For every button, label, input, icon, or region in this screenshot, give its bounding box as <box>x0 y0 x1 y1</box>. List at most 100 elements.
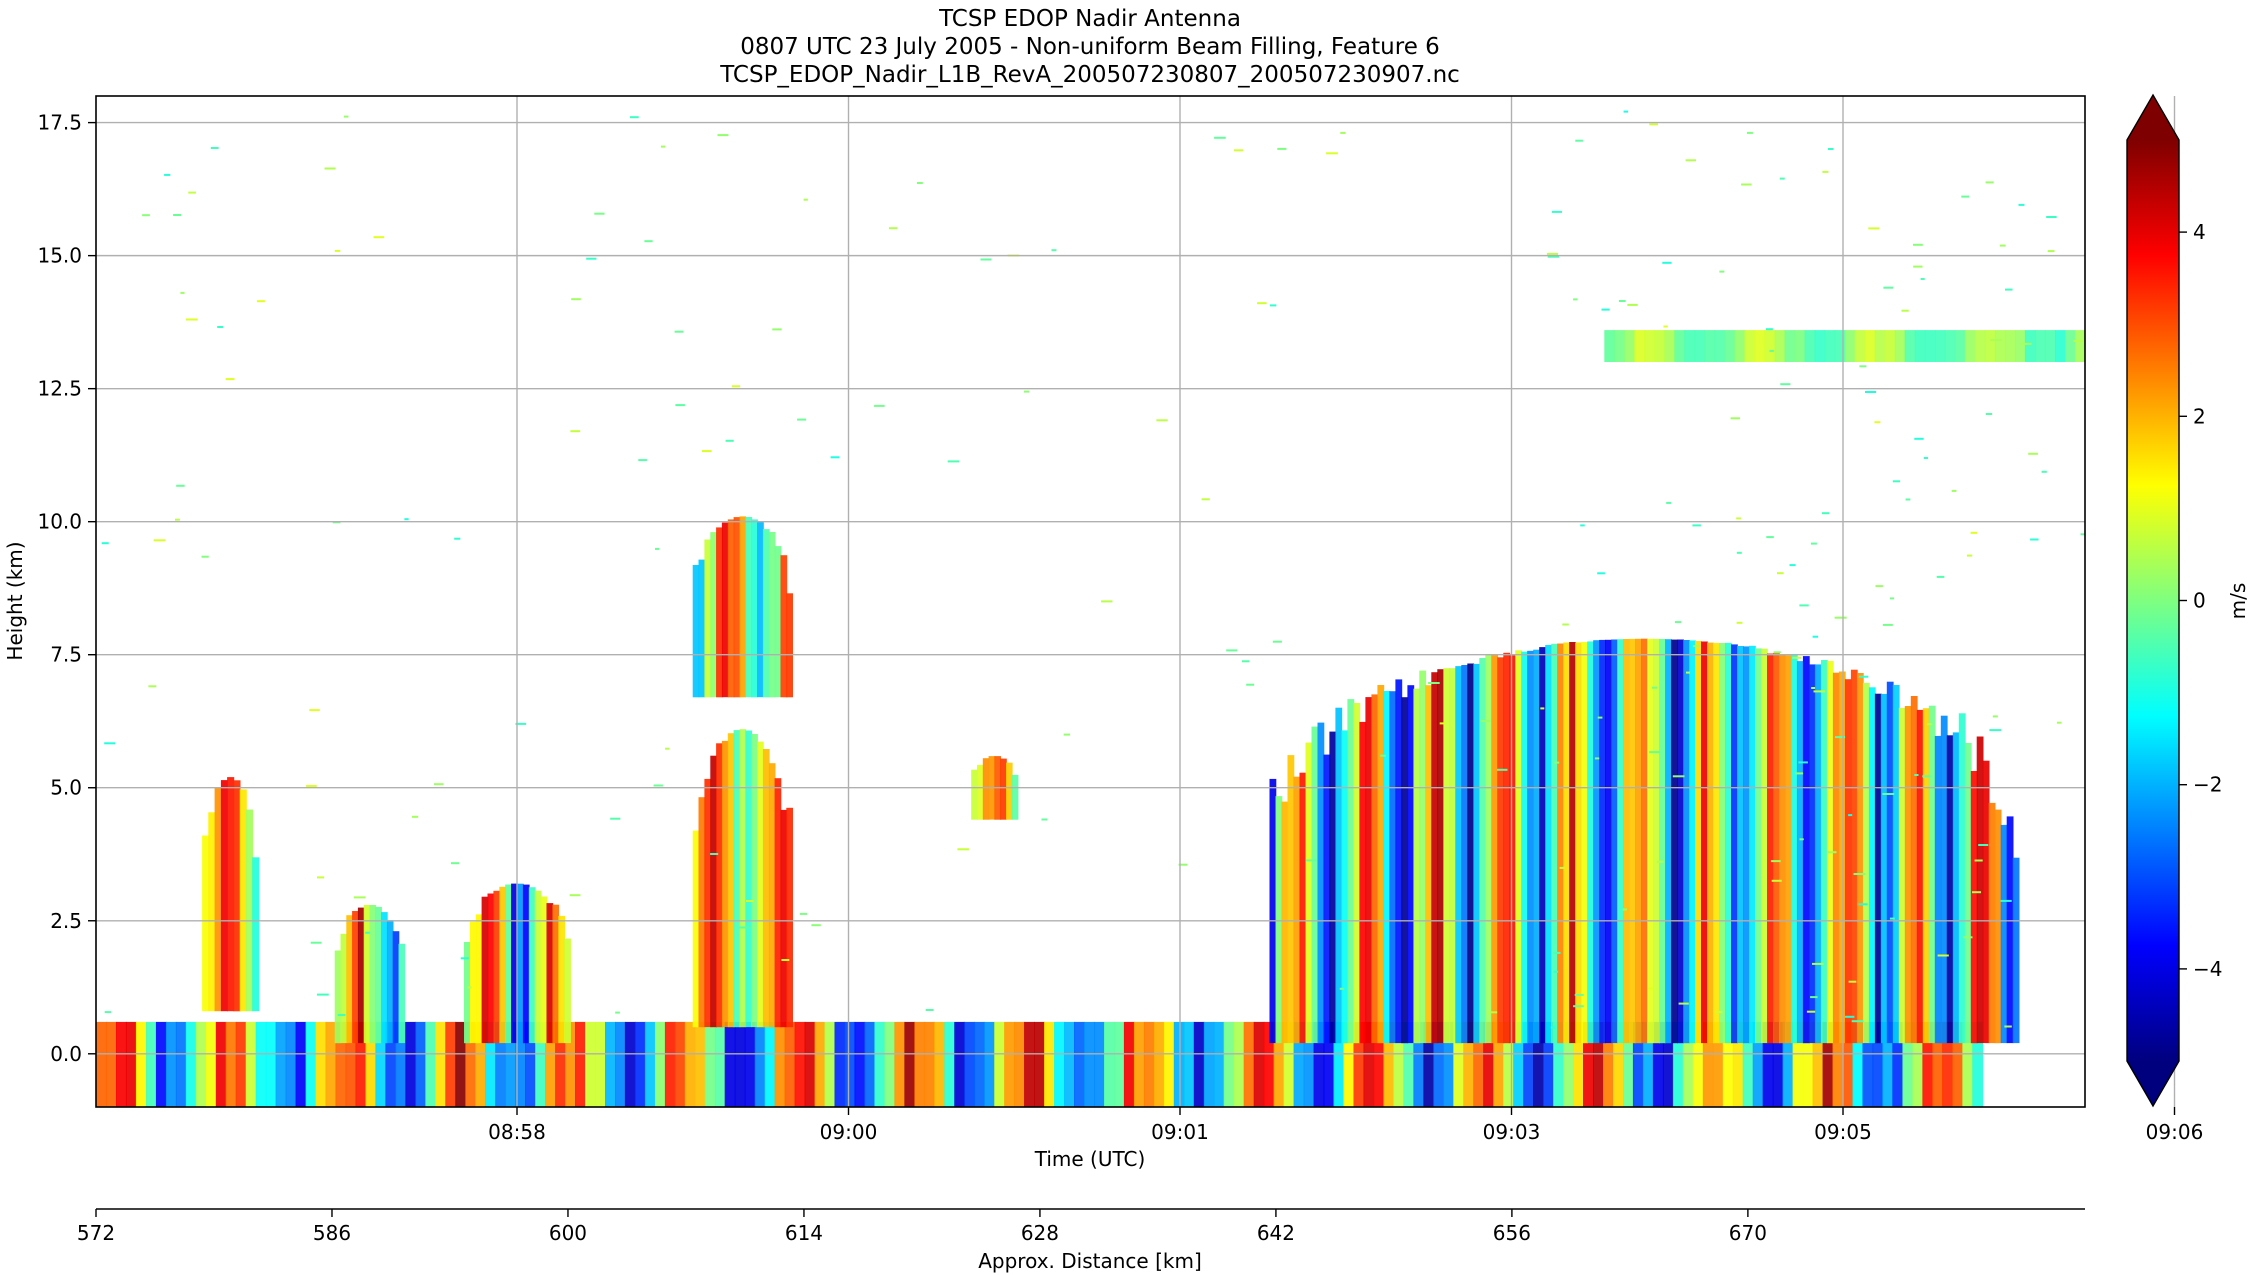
echo-stripe <box>1924 330 1936 362</box>
echo-stripe <box>175 1021 187 1107</box>
speckle-mark <box>1746 131 1753 134</box>
speckle-mark <box>309 709 320 712</box>
echo-stripe <box>445 1021 457 1107</box>
speckle-mark <box>153 539 166 542</box>
echo-stripe <box>1694 330 1706 362</box>
echo-stripe <box>1084 1021 1095 1107</box>
speckle-mark <box>615 1011 620 1014</box>
echo-stripe <box>654 1021 666 1107</box>
echo-stripe <box>1671 639 1678 1044</box>
speckle-mark <box>1875 585 1883 588</box>
echo-stripe <box>1074 1021 1085 1107</box>
echo-stripe <box>1329 731 1337 1044</box>
echo-stripe <box>1473 663 1481 1044</box>
x2-tick-label: 600 <box>549 1221 587 1245</box>
echo-stripe <box>1868 687 1876 1044</box>
echo-stripe <box>1293 776 1301 1044</box>
echo-stripe <box>1944 330 1956 362</box>
echo-stripe <box>786 593 793 698</box>
echo-stripe <box>1587 641 1594 1044</box>
speckle-mark <box>1652 686 1657 689</box>
echo-stripe <box>1064 1021 1075 1107</box>
speckle-mark <box>310 941 322 944</box>
echo-stripe <box>1994 809 2002 1044</box>
echo-stripe <box>1725 642 1732 1044</box>
speckle-mark <box>2030 538 2039 541</box>
speckle-mark <box>947 460 960 463</box>
echo-stripe <box>1034 1021 1045 1107</box>
echo-stripe <box>558 915 565 1044</box>
speckle-mark <box>1999 244 2006 247</box>
speckle-mark <box>201 555 209 558</box>
echo-stripe <box>1958 713 1966 1044</box>
echo-stripe <box>481 896 489 1044</box>
edop-nadir-figure: TCSP EDOP Nadir Antenna 0807 UTC 23 July… <box>3 6 2250 1273</box>
speckle-mark <box>2041 470 2047 473</box>
echo-stripe <box>1395 679 1403 1044</box>
echo-stripe <box>710 532 717 698</box>
speckle-mark <box>1380 754 1386 757</box>
echo-stripe <box>1894 330 1906 362</box>
echo-stripe <box>780 809 788 1028</box>
echo-stripe <box>780 555 788 698</box>
speckle-mark <box>1789 564 1796 567</box>
speckle-mark <box>1573 1005 1584 1008</box>
speckle-mark <box>1649 751 1661 754</box>
speckle-mark <box>1214 136 1226 139</box>
echo-stripe <box>1964 330 1976 362</box>
echo-stripe <box>754 1021 766 1107</box>
speckle-mark <box>142 214 150 217</box>
echo-stripe <box>714 1021 726 1107</box>
speckle-mark <box>739 926 751 929</box>
speckle-mark <box>781 959 790 961</box>
speckle-mark <box>1497 768 1508 771</box>
y-tick-label: 10.0 <box>37 510 82 534</box>
speckle-mark <box>1766 328 1773 331</box>
echo-stripe <box>245 1021 257 1107</box>
echo-stripe <box>435 1021 447 1107</box>
echo-stripe <box>733 517 741 698</box>
speckle-mark <box>2073 339 2084 342</box>
echo-stripe <box>1653 638 1660 1044</box>
speckle-mark <box>1272 640 1282 643</box>
speckle-mark <box>1270 304 1277 307</box>
echo-stripe <box>605 1021 616 1107</box>
echo-stripe <box>106 1021 117 1107</box>
speckle-mark <box>173 214 182 216</box>
speckle-mark <box>1546 252 1559 255</box>
echo-stripe <box>1491 654 1499 1044</box>
speckle-mark <box>1257 302 1267 305</box>
echo-stripe <box>1743 646 1750 1044</box>
speckle-mark <box>450 862 460 865</box>
echo-stripe <box>1898 707 1906 1044</box>
echo-stripe <box>1377 685 1385 1044</box>
colorbar-extend-min <box>2127 1061 2179 1106</box>
echo-stripe <box>977 764 984 820</box>
speckle-mark <box>772 328 782 331</box>
echo-stripe <box>1611 639 1618 1044</box>
echo-stripe <box>721 740 729 1028</box>
echo-stripe <box>1784 330 1796 362</box>
speckle-mark <box>1234 149 1244 152</box>
echo-stripe <box>824 1021 836 1107</box>
echo-stripe <box>1988 802 1996 1044</box>
speckle-mark <box>799 912 807 915</box>
speckle-mark <box>1777 572 1784 575</box>
chart-title-line-2: 0807 UTC 23 July 2005 - Non-uniform Beam… <box>740 34 1440 60</box>
echo-stripe <box>2044 330 2056 362</box>
speckle-mark <box>1736 517 1741 520</box>
speckle-mark <box>1834 616 1847 619</box>
echo-stripe <box>1884 330 1896 362</box>
echo-stripe <box>2055 330 2066 362</box>
echo-stripe <box>1407 685 1415 1044</box>
x2-tick-label: 628 <box>1021 1221 1059 1245</box>
speckle-mark <box>1822 170 1829 173</box>
y-tick-label: 7.5 <box>50 643 82 667</box>
echo-stripe <box>1183 1021 1195 1107</box>
echo-stripe <box>982 758 990 820</box>
echo-stripe <box>1659 639 1666 1044</box>
echo-stripe <box>694 1021 706 1107</box>
echo-stripe <box>1914 330 1926 362</box>
echo-stripe <box>924 1021 936 1107</box>
speckle-mark <box>717 134 729 137</box>
